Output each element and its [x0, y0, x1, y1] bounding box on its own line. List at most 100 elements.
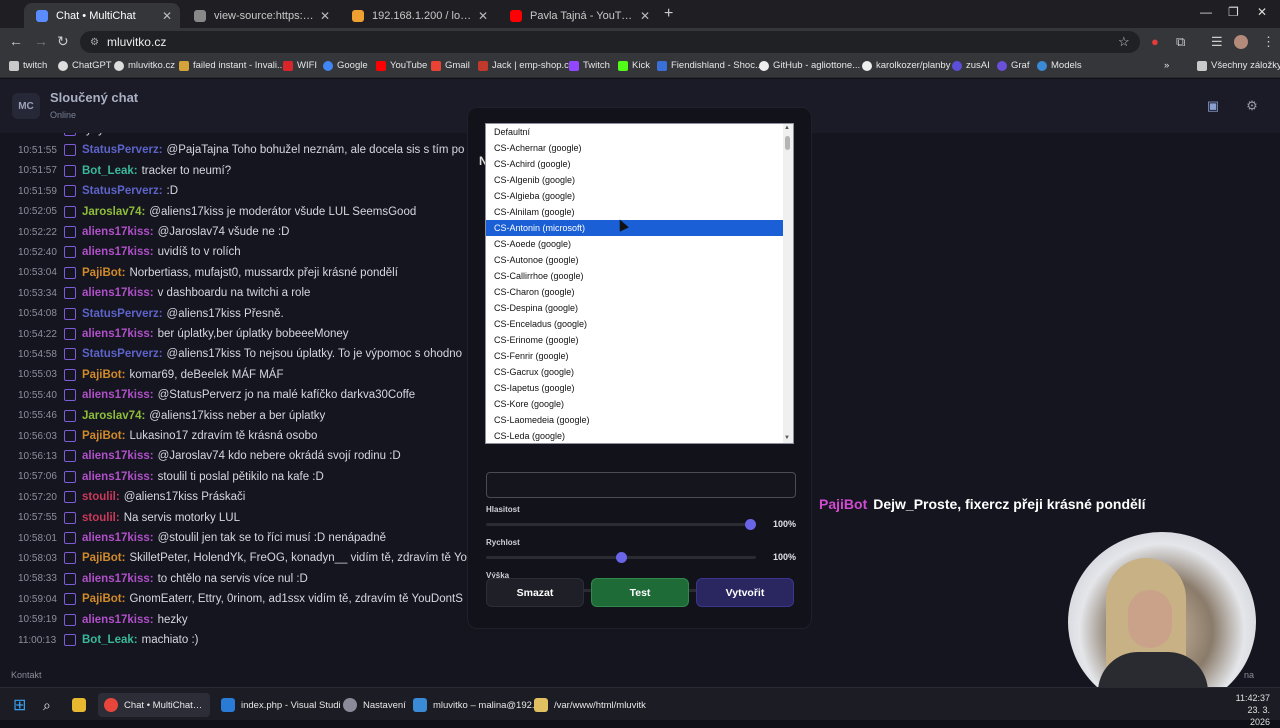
voice-option[interactable]: CS-Despina (google)	[486, 300, 783, 316]
voice-option[interactable]: CS-Achernar (google)	[486, 140, 783, 156]
taskbar-vscode[interactable]: index.php - Visual Studi	[221, 693, 341, 717]
voice-option[interactable]: CS-Algieba (google)	[486, 188, 783, 204]
bookmark-item[interactable]: Kick	[618, 60, 650, 71]
bookmark-item[interactable]: failed instant - Invali...	[179, 60, 285, 71]
close-icon[interactable]: ✕	[320, 9, 330, 23]
bookmark-item[interactable]: Graf	[997, 60, 1029, 71]
contact-link[interactable]: Kontakt	[11, 670, 42, 680]
tab-view-source[interactable]: view-source:https://www.mluvit ✕	[182, 3, 338, 28]
windows-start-icon[interactable]: ⊞	[13, 693, 26, 717]
search-icon[interactable]: ⌕	[43, 693, 51, 717]
message-nick[interactable]: aliens17kiss:	[82, 614, 154, 626]
dropdown-scrollbar[interactable]: ▲ ▼	[783, 124, 793, 443]
message-nick[interactable]: aliens17kiss:	[82, 532, 154, 544]
message-nick[interactable]: aliens17kiss:	[82, 226, 154, 238]
voice-option[interactable]: CS-Callirrhoe (google)	[486, 268, 783, 284]
reload-icon[interactable]: ↻	[57, 33, 69, 50]
maximize-icon[interactable]: ❐	[1228, 5, 1239, 19]
all-bookmarks[interactable]: Všechny záložky	[1197, 60, 1280, 71]
voice-option[interactable]: CS-Antonin (microsoft)	[486, 220, 783, 236]
voice-option[interactable]: CS-Iapetus (google)	[486, 380, 783, 396]
message-nick[interactable]: aliens17kiss:	[82, 287, 154, 299]
message-nick[interactable]: PajiBot:	[82, 593, 125, 605]
voice-option[interactable]: CS-Kore (google)	[486, 396, 783, 412]
extension-red-icon[interactable]: ●	[1151, 34, 1159, 49]
close-icon[interactable]: ✕	[478, 9, 488, 23]
volume-slider[interactable]	[486, 519, 756, 530]
message-nick[interactable]: StatusPerverz:	[82, 308, 163, 320]
scroll-down-icon[interactable]: ▼	[784, 435, 790, 441]
url-field[interactable]: ⚙ mluvitko.cz	[80, 31, 1140, 53]
bookmark-item[interactable]: Gmail	[431, 60, 470, 71]
message-nick[interactable]: StatusPerverz:	[82, 144, 163, 156]
delete-button[interactable]: Smazat	[486, 578, 584, 607]
voice-option[interactable]: CS-Alnilam (google)	[486, 204, 783, 220]
voice-option[interactable]: CS-Gacrux (google)	[486, 364, 783, 380]
tab-search-icon[interactable]: ☰	[1211, 34, 1223, 50]
tab-phpmyadmin[interactable]: 192.168.1.200 / localhost / mlu ✕	[340, 3, 496, 28]
bookmark-item[interactable]: Fiendishland - Shoc...	[657, 60, 763, 71]
taskbar-ssh[interactable]: mluvitko – malina@192.	[413, 693, 535, 717]
create-button[interactable]: Vytvořit	[696, 578, 794, 607]
bookmark-item[interactable]: Google	[323, 60, 368, 71]
slider-thumb[interactable]	[745, 519, 756, 530]
bookmark-item[interactable]: mluvitko.cz	[114, 60, 175, 71]
tab-youtube[interactable]: Pavla Tajná - YouTube ✕	[498, 3, 658, 28]
minimize-icon[interactable]: —	[1200, 5, 1212, 19]
taskbar-clock[interactable]: 11:42:37 23. 3. 2026	[1226, 692, 1270, 728]
bookmark-item[interactable]: zusAI	[952, 60, 990, 71]
window-close-icon[interactable]: ✕	[1257, 5, 1267, 19]
bookmark-item[interactable]: twitch	[9, 60, 47, 71]
bookmark-item[interactable]: WIFI	[283, 60, 317, 71]
voice-option[interactable]: CS-Enceladus (google)	[486, 316, 783, 332]
menu-dots-icon[interactable]: ⋮	[1262, 34, 1275, 50]
scrollbar-thumb[interactable]	[785, 136, 790, 150]
message-nick[interactable]: Jaroslav74:	[82, 206, 145, 218]
bookmark-item[interactable]: Models	[1037, 60, 1082, 71]
voice-option[interactable]: Defaultní	[486, 124, 783, 140]
message-nick[interactable]: PajiBot:	[82, 552, 125, 564]
message-nick[interactable]: aliens17kiss:	[82, 246, 154, 258]
voice-option[interactable]: CS-Aoede (google)	[486, 236, 783, 252]
voice-option[interactable]: CS-Autonoe (google)	[486, 252, 783, 268]
message-nick[interactable]: PajiBot:	[82, 430, 125, 442]
message-nick[interactable]: aliens17kiss:	[82, 573, 154, 585]
close-icon[interactable]: ✕	[640, 9, 650, 23]
site-info-icon[interactable]: ⚙	[90, 37, 99, 48]
close-icon[interactable]: ✕	[162, 9, 172, 23]
tab-multichat[interactable]: Chat • MultiChat ✕	[24, 3, 180, 28]
message-nick[interactable]: aliens17kiss:	[82, 450, 154, 462]
voice-option[interactable]: CS-Algenib (google)	[486, 172, 783, 188]
voice-option[interactable]: CS-Charon (google)	[486, 284, 783, 300]
message-nick[interactable]: aliens17kiss:	[82, 389, 154, 401]
file-explorer-icon[interactable]	[72, 693, 92, 717]
slider-thumb[interactable]	[615, 552, 627, 563]
voice-option[interactable]: CS-Erinome (google)	[486, 332, 783, 348]
more-bookmarks-icon[interactable]: »	[1164, 60, 1169, 71]
back-icon[interactable]: ←	[9, 33, 23, 49]
message-nick[interactable]: stoulil:	[82, 491, 120, 503]
scroll-up-icon[interactable]: ▲	[784, 125, 790, 131]
message-nick[interactable]: stoulil:	[82, 512, 120, 524]
taskbar-settings[interactable]: Nastavení	[343, 693, 406, 717]
message-nick[interactable]: aliens17kiss:	[82, 471, 154, 483]
voice-option[interactable]: CS-Achird (google)	[486, 156, 783, 172]
voice-option[interactable]: CS-Fenrir (google)	[486, 348, 783, 364]
test-button[interactable]: Test	[591, 578, 689, 607]
voice-option[interactable]: CS-Leda (google)	[486, 428, 783, 443]
bookmark-item[interactable]: Twitch	[569, 60, 610, 71]
forward-icon[interactable]: →	[34, 33, 48, 49]
voice-option[interactable]: CS-Laomedeia (google)	[486, 412, 783, 428]
message-nick[interactable]: PajiBot:	[82, 369, 125, 381]
extensions-puzzle-icon[interactable]: ⧉	[1176, 34, 1185, 50]
message-nick[interactable]: Jaroslav74:	[82, 410, 145, 422]
voice-dropdown-list[interactable]: ▲ ▼ Defaultní CS-Achernar (google) CS-Achi…	[485, 123, 794, 444]
gear-icon[interactable]: ⚙	[1242, 96, 1262, 116]
bookmark-item[interactable]: karolkozer/planby	[862, 60, 950, 71]
message-nick[interactable]: StatusPerverz:	[82, 185, 163, 197]
bookmark-item[interactable]: ChatGPT	[58, 60, 112, 71]
bookmark-item[interactable]: GitHub - agliottone...	[759, 60, 860, 71]
message-nick[interactable]: StatusPerverz:	[82, 348, 163, 360]
message-nick[interactable]: Bot_Leak:	[82, 634, 138, 646]
voice-select-field[interactable]	[486, 472, 796, 498]
